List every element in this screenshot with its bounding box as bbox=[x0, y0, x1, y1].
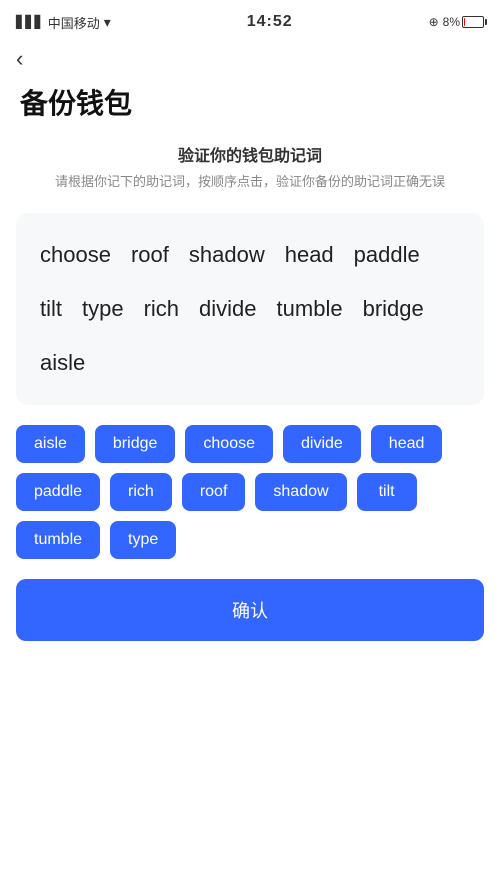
word-button[interactable]: tumble bbox=[16, 521, 100, 559]
selected-word-item: divide bbox=[199, 287, 256, 331]
status-right: ⊕ 8% bbox=[429, 15, 484, 29]
word-display-box: choose roof shadow head paddle tilt type richdi… bbox=[16, 213, 484, 405]
selected-word-item: rich bbox=[144, 287, 179, 331]
selected-word-item: head bbox=[285, 233, 334, 277]
signal-circle-icon: ⊕ bbox=[429, 15, 439, 29]
word-button[interactable]: head bbox=[371, 425, 443, 463]
word-button[interactable]: shadow bbox=[255, 473, 346, 511]
word-button[interactable]: tilt bbox=[357, 473, 417, 511]
word-buttons-area: aisle bridge choose divide head paddle richroo… bbox=[0, 425, 500, 559]
word-button[interactable]: choose bbox=[185, 425, 273, 463]
battery-percent: 8% bbox=[443, 15, 460, 29]
signal-icon: ▋▋▋ bbox=[16, 15, 44, 29]
selected-word-item: tumble bbox=[277, 287, 343, 331]
section-desc: 请根据你记下的助记词，按顺序点击，验证你备份的助记词正确无误 bbox=[20, 172, 480, 193]
word-button[interactable]: aisle bbox=[16, 425, 85, 463]
word-display-grid: choose roof shadow head paddle tilt type richdi… bbox=[40, 233, 460, 385]
word-button[interactable]: divide bbox=[283, 425, 361, 463]
selected-word-item: paddle bbox=[354, 233, 420, 277]
word-button[interactable]: type bbox=[110, 521, 176, 559]
selected-word-item: shadow bbox=[189, 233, 265, 277]
confirm-button[interactable]: 确认 bbox=[16, 579, 484, 641]
battery-wrap: 8% bbox=[443, 15, 484, 29]
selected-word-item: roof bbox=[131, 233, 169, 277]
selected-word-item: bridge bbox=[363, 287, 424, 331]
time-label: 14:52 bbox=[247, 13, 293, 31]
status-left: ▋▋▋ 中国移动 ▾ bbox=[16, 13, 111, 32]
word-button[interactable]: roof bbox=[182, 473, 246, 511]
selected-word-item: aisle bbox=[40, 341, 85, 385]
battery-icon bbox=[462, 16, 484, 28]
word-button[interactable]: paddle bbox=[16, 473, 100, 511]
back-chevron-icon: ‹ bbox=[16, 48, 23, 70]
selected-word-item: tilt bbox=[40, 287, 62, 331]
back-button[interactable]: ‹ bbox=[0, 40, 500, 70]
confirm-button-wrap: 确认 bbox=[0, 579, 500, 671]
section-title: 验证你的钱包助记词 bbox=[20, 142, 480, 166]
selected-word-item: choose bbox=[40, 233, 111, 277]
selected-word-item: type bbox=[82, 287, 124, 331]
carrier-label: 中国移动 bbox=[48, 13, 100, 32]
wifi-icon: ▾ bbox=[104, 14, 111, 31]
section-header: 验证你的钱包助记词 请根据你记下的助记词，按顺序点击，验证你备份的助记词正确无误 bbox=[0, 142, 500, 201]
status-bar: ▋▋▋ 中国移动 ▾ 14:52 ⊕ 8% bbox=[0, 0, 500, 40]
battery-fill bbox=[464, 18, 465, 26]
page-title: 备份钱包 bbox=[0, 70, 500, 142]
word-button[interactable]: bridge bbox=[95, 425, 175, 463]
word-button[interactable]: rich bbox=[110, 473, 172, 511]
